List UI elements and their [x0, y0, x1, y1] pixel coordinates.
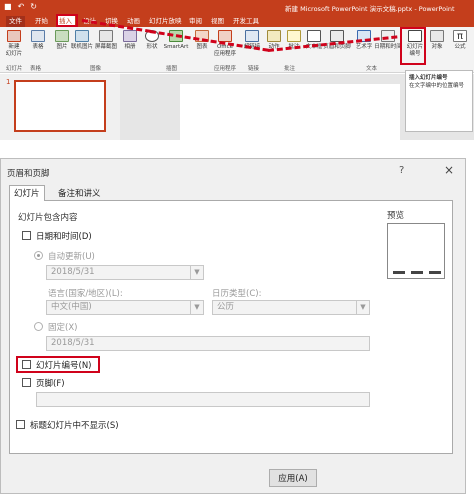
slide-thumb-number: 1	[6, 78, 11, 86]
close-icon[interactable]: ×	[444, 163, 454, 177]
slide-number-tooltip: 插入幻灯片编号 在文字编中的位置编号	[405, 70, 473, 132]
object-button[interactable]: 对象	[425, 30, 449, 51]
tab-developer[interactable]: 开发工具	[230, 16, 262, 27]
slide-number-highlight	[400, 27, 426, 65]
slide-canvas[interactable]	[180, 84, 400, 140]
editor-area: 1	[0, 74, 474, 140]
screenshot-button[interactable]: 屏幕截图	[94, 30, 118, 51]
hide-on-title-checkbox[interactable]	[16, 420, 25, 429]
group-tables: 表格	[30, 66, 42, 72]
tab-view[interactable]: 视图	[208, 16, 227, 27]
album-icon	[123, 30, 137, 42]
slide-number-label: 幻灯片编号(N)	[36, 361, 92, 371]
calendar-label: 日历类型(C):	[212, 289, 262, 299]
pi-icon: π	[453, 30, 467, 42]
auto-date-select[interactable]: 2018/5/31 ▼	[46, 265, 204, 280]
tab-slide[interactable]: 幻灯片	[9, 185, 45, 201]
language-label: 语言(国家/地区)(L):	[48, 289, 123, 299]
fixed-date-input[interactable]: 2018/5/31	[46, 336, 370, 351]
fixed-radio[interactable]	[34, 322, 43, 331]
preview-number-placeholder	[429, 271, 441, 274]
tooltip-title: 插入幻灯片编号	[409, 75, 448, 81]
include-group-title: 幻灯片包含内容	[18, 213, 78, 223]
thumbnail-pane: 1	[0, 74, 120, 140]
help-icon[interactable]: ?	[399, 165, 404, 176]
auto-update-radio[interactable]	[34, 251, 43, 260]
footer-label: 页脚(F)	[36, 379, 65, 389]
document-title: 新建 Microsoft PowerPoint 演示文稿.pptx - Powe…	[285, 5, 455, 13]
tab-notes-handouts[interactable]: 备注和讲义	[53, 185, 106, 201]
save-icon[interactable]: ■	[4, 2, 12, 11]
object-icon	[430, 30, 444, 42]
datetime-button[interactable]: 日期和时间	[374, 30, 402, 51]
tooltip-body: 在文字编中的位置编号	[409, 83, 465, 89]
group-illustrations: 插图	[166, 66, 178, 72]
online-picture-button[interactable]: 联机图片	[70, 30, 94, 51]
group-text: 文本	[366, 66, 378, 72]
header-footer-dialog: 页眉和页脚 ? × 幻灯片 备注和讲义 幻灯片包含内容 日期和时间(D) 自动更…	[0, 158, 466, 494]
tab-review[interactable]: 审阅	[186, 16, 205, 27]
textbox-icon	[307, 30, 321, 42]
footer-input[interactable]	[36, 392, 370, 407]
title-bar: ■ ↶ ↻ 新建 Microsoft PowerPoint 演示文稿.pptx …	[0, 0, 474, 14]
datetime-label: 日期和时间(D)	[36, 232, 92, 242]
group-images: 图像	[90, 66, 102, 72]
footer-checkbox[interactable]	[22, 378, 31, 387]
online-picture-icon	[75, 30, 89, 42]
tab-slideshow[interactable]: 幻灯片放映	[146, 16, 185, 27]
preview-footer-placeholder	[411, 271, 423, 274]
screenshot-icon	[99, 30, 113, 42]
new-slide-button[interactable]: 新建 幻灯片	[2, 30, 26, 58]
hide-on-title-label: 标题幻灯片中不显示(S)	[30, 421, 119, 431]
dialog-title: 页眉和页脚	[7, 169, 50, 179]
hyperlink-icon	[245, 30, 259, 42]
language-select[interactable]: 中文(中国) ▼	[46, 300, 204, 315]
tab-home[interactable]: 开始	[32, 16, 51, 27]
group-links: 链接	[248, 66, 260, 72]
group-slides: 幻灯片	[6, 66, 23, 72]
new-slide-icon	[7, 30, 21, 42]
redo-icon[interactable]: ↻	[30, 2, 37, 11]
auto-update-label: 自动更新(U)	[48, 252, 95, 262]
chevron-down-icon: ▼	[356, 301, 369, 314]
slide-thumbnail[interactable]	[14, 80, 106, 132]
album-button[interactable]: 相册	[118, 30, 142, 51]
preview-box	[387, 223, 445, 279]
picture-icon	[55, 30, 69, 42]
action-icon	[267, 30, 281, 42]
fixed-label: 固定(X)	[48, 323, 78, 333]
preview-date-placeholder	[393, 271, 405, 274]
insert-tab-highlight	[56, 14, 78, 27]
table-icon	[31, 30, 45, 42]
group-comments: 批注	[284, 66, 296, 72]
table-button[interactable]: 表格	[26, 30, 50, 51]
chevron-down-icon: ▼	[190, 266, 203, 279]
comment-icon	[287, 30, 301, 42]
datetime-checkbox[interactable]	[22, 231, 31, 240]
quick-access-toolbar: ■ ↶ ↻	[4, 2, 37, 11]
formula-button[interactable]: π 公式	[448, 30, 472, 51]
group-apps: 应用程序	[214, 66, 237, 72]
tab-file[interactable]: 文件	[6, 16, 25, 27]
calendar-select[interactable]: 公历 ▼	[212, 300, 370, 315]
chevron-down-icon: ▼	[190, 301, 203, 314]
preview-title: 预览	[387, 211, 405, 221]
undo-icon[interactable]: ↶	[18, 2, 25, 11]
slide-number-checkbox[interactable]	[22, 360, 31, 369]
powerpoint-window: ■ ↶ ↻ 新建 Microsoft PowerPoint 演示文稿.pptx …	[0, 0, 474, 140]
apply-button[interactable]: 应用(A)	[269, 469, 317, 487]
